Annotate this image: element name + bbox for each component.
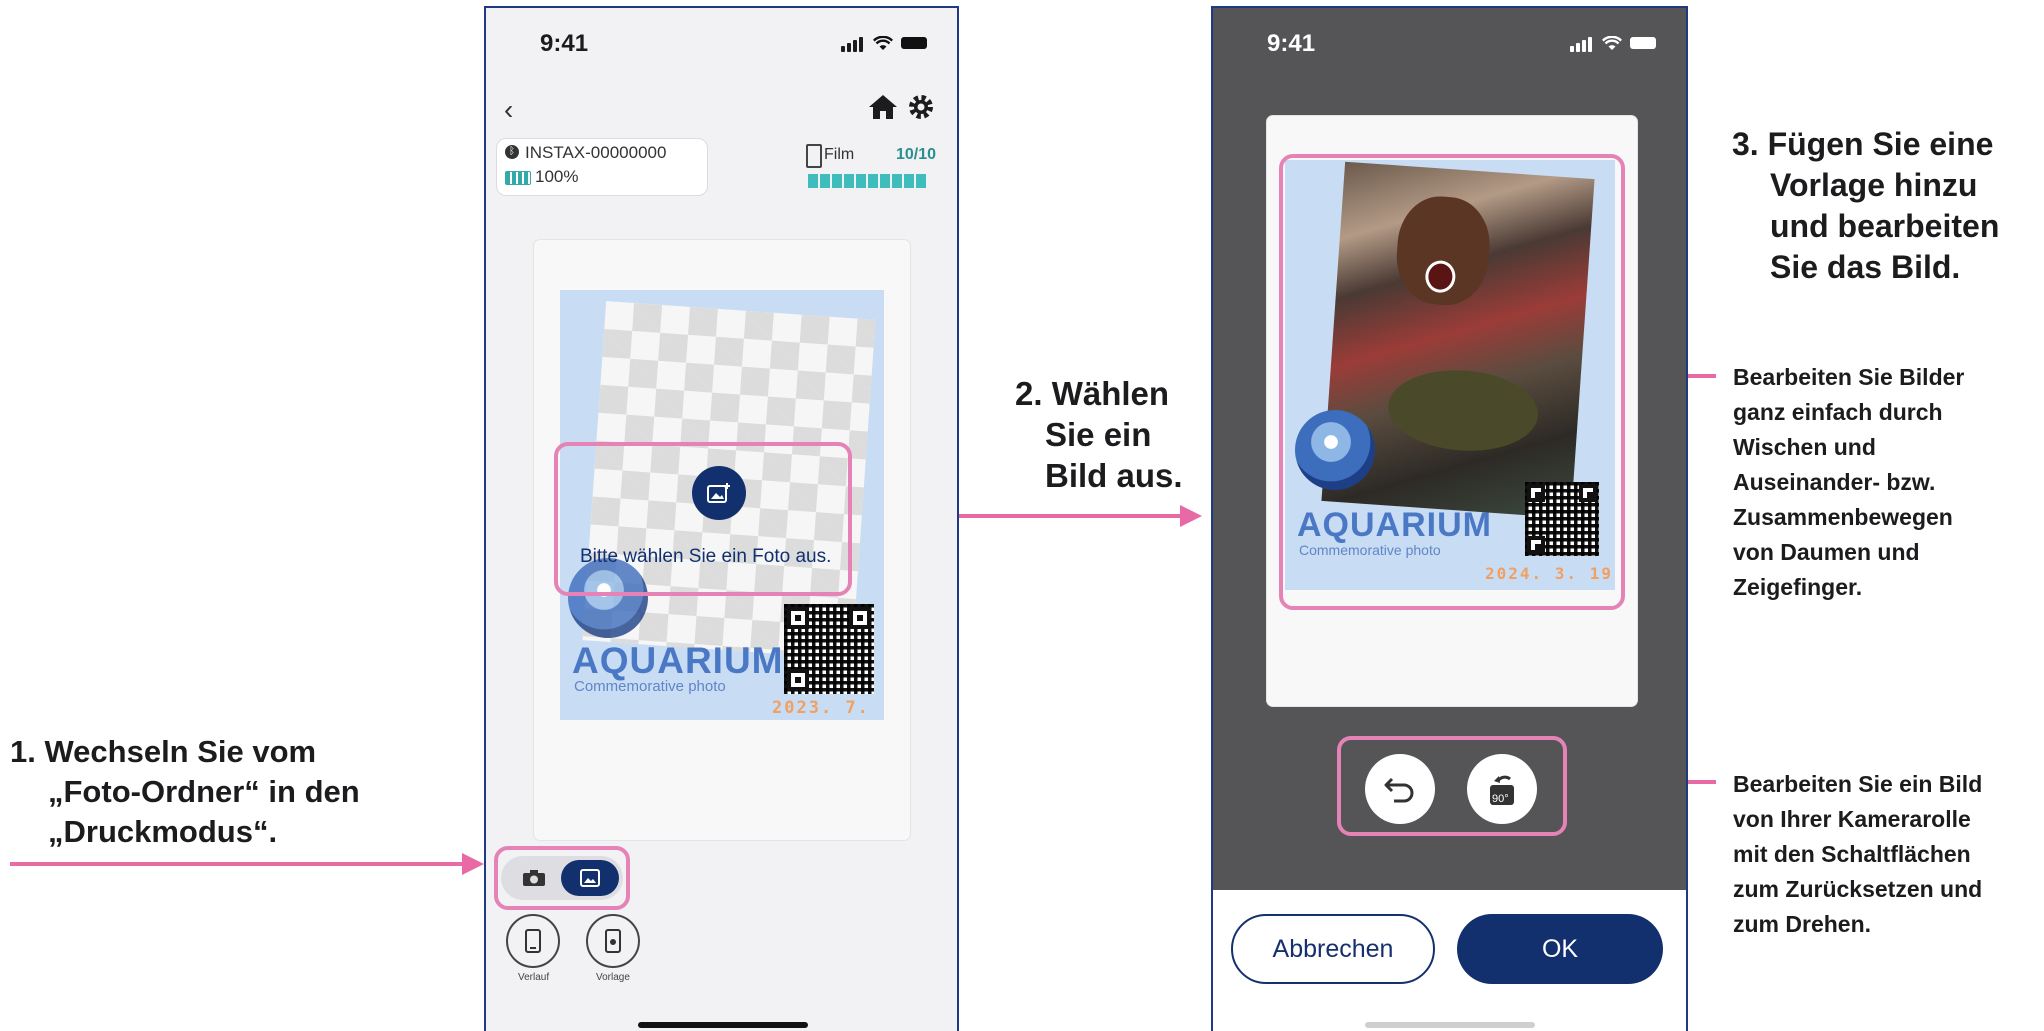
printer-battery-level: 100% — [535, 167, 579, 186]
cellular-signal-icon — [1570, 34, 1594, 52]
battery-icon — [901, 37, 927, 49]
date-stamp: 2023. 7. 4 — [772, 698, 870, 720]
step1-arrow-head — [462, 853, 484, 875]
history-button[interactable] — [506, 914, 560, 968]
qr-code — [784, 604, 874, 694]
home-icon[interactable] — [868, 94, 898, 120]
history-label: Verlauf — [518, 972, 550, 983]
step2-text: 2. Wählen Sie ein Bild aus. — [1015, 375, 1183, 494]
highlight-edit-photo — [1279, 154, 1625, 610]
film-count: 10/10 — [896, 146, 937, 163]
cellular-signal-icon — [841, 34, 865, 52]
ok-button[interactable]: OK — [1457, 914, 1663, 984]
highlight-select-photo — [554, 442, 852, 596]
wifi-icon — [1602, 35, 1622, 50]
status-icons — [1570, 34, 1656, 52]
back-chevron-icon[interactable]: ‹ — [504, 94, 513, 126]
highlight-reset-rotate — [1337, 736, 1567, 836]
status-time: 9:41 — [540, 30, 589, 57]
note-buttons: Bearbeiten Sie ein Bild von Ihrer Kamera… — [1733, 771, 1983, 937]
template-icon — [605, 929, 621, 953]
film-phone-icon — [806, 144, 822, 168]
step1-arrow-line — [10, 862, 465, 866]
highlight-mode-toggle — [494, 846, 630, 910]
note-gesture-edit: Bearbeiten Sie Bilder ganz einfach durch… — [1733, 364, 1965, 600]
status-time: 9:41 — [1267, 30, 1316, 57]
step1-text: 1. Wechseln Sie vom „Foto-Ordner“ in den… — [10, 734, 360, 849]
bluetooth-icon: ᛒ — [505, 145, 519, 159]
phone-print-mode: 9:41 ‹ ᛒ INSTAX-00000000 100% Film 10/10… — [484, 6, 959, 1031]
step2-arrow-head — [1180, 505, 1202, 527]
printer-name: INSTAX-00000000 — [525, 143, 667, 162]
status-icons — [841, 34, 927, 52]
film-label: Film — [824, 146, 855, 163]
commemorative-subtitle: Commemorative photo — [574, 678, 726, 695]
phone-history-icon — [525, 929, 541, 953]
printer-battery-icon — [505, 171, 531, 185]
home-indicator — [638, 1022, 808, 1028]
battery-icon — [1630, 37, 1656, 49]
film-remaining-bar — [808, 174, 926, 188]
wifi-icon — [873, 35, 893, 50]
aquarium-title: AQUARIUM — [572, 640, 784, 681]
phone-edit-mode: 9:41 AQUARIUM Commemorative photo 2024. … — [1211, 6, 1688, 1031]
template-button[interactable] — [586, 914, 640, 968]
template-label: Vorlage — [596, 972, 630, 983]
step3-text: 3. Fügen Sie eine Vorlage hinzu und bear… — [1732, 126, 2000, 285]
printer-status-card[interactable]: ᛒ INSTAX-00000000 100% — [496, 138, 708, 196]
settings-gear-icon[interactable] — [906, 92, 936, 122]
home-indicator — [1365, 1022, 1535, 1028]
cancel-button[interactable]: Abbrechen — [1231, 914, 1435, 984]
